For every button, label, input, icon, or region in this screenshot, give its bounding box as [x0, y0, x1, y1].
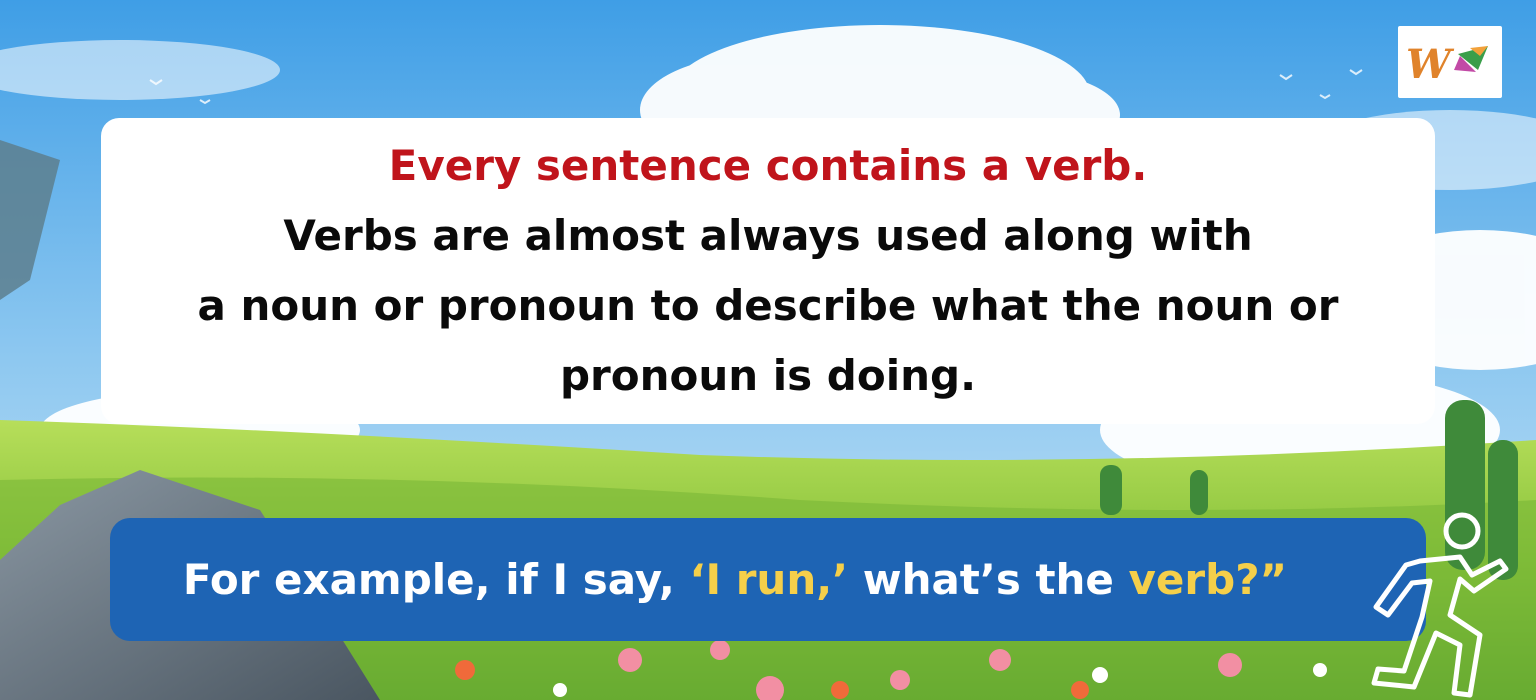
- headline: Every sentence contains a verb.: [388, 141, 1148, 190]
- body-line-1: Verbs are almost always used along with: [283, 211, 1253, 260]
- running-person-icon: [1371, 512, 1509, 698]
- body-line-3: pronoun is doing.: [559, 351, 977, 400]
- example-middle: what’s the: [848, 555, 1129, 604]
- body-line-2: a noun or pronoun to describe what the n…: [197, 281, 1339, 330]
- example-keyword: verb?”: [1128, 555, 1288, 604]
- example-text: For example, if I say, ‘I run,’ what’s t…: [110, 518, 1360, 641]
- logo-mark-icon: W: [1406, 41, 1488, 88]
- example-quote: ‘I run,’: [689, 555, 849, 604]
- brand-logo: W: [1398, 26, 1502, 98]
- svg-text:W: W: [1406, 41, 1455, 88]
- example-prefix: For example, if I say,: [182, 555, 690, 604]
